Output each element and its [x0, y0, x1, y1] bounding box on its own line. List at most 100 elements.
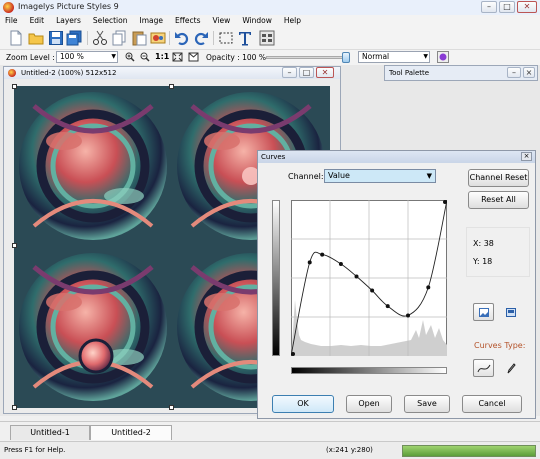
- document-icon: [8, 69, 16, 77]
- zoom-level-select[interactable]: 100 % ▼: [56, 51, 118, 63]
- smooth-curve-button[interactable]: [473, 359, 494, 377]
- save-icon[interactable]: [48, 30, 64, 46]
- menu-view[interactable]: View: [207, 15, 237, 26]
- toolbar-separator: [169, 31, 170, 45]
- doc-minimize-button[interactable]: –: [282, 67, 297, 78]
- curve-graph[interactable]: [291, 200, 447, 356]
- photo-icon[interactable]: [150, 30, 166, 46]
- curve-control-point[interactable]: [443, 200, 447, 204]
- tool-palette-title: Tool Palette: [389, 69, 430, 77]
- color-swatch-icon[interactable]: [437, 51, 449, 63]
- main-toolbar: [0, 26, 540, 50]
- curve-control-point[interactable]: [370, 288, 375, 293]
- freehand-button[interactable]: [500, 359, 521, 377]
- y-readout: Y: 18: [473, 257, 493, 266]
- smooth-curve-icon: [477, 364, 491, 373]
- curve-control-point[interactable]: [354, 274, 359, 279]
- ok-button[interactable]: OK: [272, 395, 334, 413]
- curve-control-point[interactable]: [385, 304, 390, 309]
- resize-handle[interactable]: [12, 84, 17, 89]
- input-gradient-bar: [291, 367, 447, 374]
- resize-handle[interactable]: [12, 405, 17, 410]
- layers-grid-icon[interactable]: [259, 30, 275, 46]
- output-gradient-bar: [272, 200, 280, 356]
- title-bar: Imagelys Picture Styles 9 – □ ✕: [0, 0, 540, 15]
- status-bar: Press F1 for Help. (x:241 y:280): [0, 441, 540, 459]
- save-all-icon[interactable]: [66, 30, 82, 46]
- menu-effects[interactable]: Effects: [169, 15, 207, 26]
- menu-edit[interactable]: Edit: [24, 15, 51, 26]
- zoom-in-icon[interactable]: [125, 52, 135, 62]
- opacity-slider-track[interactable]: [266, 56, 350, 59]
- window-title: Imagelys Picture Styles 9: [18, 2, 119, 11]
- curve-control-point[interactable]: [307, 260, 312, 265]
- readout-panel: X: 38 Y: 18: [466, 227, 530, 277]
- save-button[interactable]: Save: [404, 395, 450, 413]
- channel-reset-button[interactable]: Channel Reset: [468, 169, 529, 187]
- open-button[interactable]: Open: [346, 395, 392, 413]
- text-icon[interactable]: [237, 30, 253, 46]
- undo-icon[interactable]: [174, 30, 190, 46]
- curve-control-point[interactable]: [426, 285, 431, 290]
- tab-untitled-1[interactable]: Untitled-1: [10, 425, 90, 440]
- actual-size-button[interactable]: 1:1: [155, 52, 169, 61]
- resize-handle[interactable]: [169, 84, 174, 89]
- new-file-icon[interactable]: [8, 30, 24, 46]
- cut-icon[interactable]: [92, 30, 108, 46]
- fit-screen-icon[interactable]: [188, 52, 199, 62]
- open-folder-icon[interactable]: [28, 30, 44, 46]
- curve-control-point[interactable]: [338, 261, 343, 266]
- curve-control-point[interactable]: [406, 313, 410, 318]
- close-button[interactable]: ✕: [517, 1, 537, 13]
- progress-bar: [402, 445, 536, 457]
- curves-type-label: Curves Type:: [474, 341, 526, 350]
- options-bar: Zoom Level : 100 % ▼ 1:1 Opacity : 100 %…: [0, 50, 540, 65]
- opacity-slider-handle[interactable]: [342, 52, 350, 63]
- maximize-button[interactable]: □: [499, 1, 515, 13]
- chevron-down-icon: ▼: [111, 53, 116, 60]
- minimize-button[interactable]: –: [481, 1, 497, 13]
- curves-close-button[interactable]: ×: [521, 152, 532, 161]
- document-title: Untitled-2 (100%) 512x512: [21, 69, 117, 77]
- copy-icon[interactable]: [111, 30, 127, 46]
- curves-title: Curves: [261, 153, 286, 161]
- menu-file[interactable]: File: [0, 15, 24, 26]
- chevron-down-icon: ▼: [426, 172, 432, 180]
- doc-restore-button[interactable]: □: [299, 67, 314, 78]
- channel-value: Value: [328, 171, 350, 180]
- save-preset-button[interactable]: [500, 303, 521, 321]
- doc-close-button[interactable]: ✕: [316, 67, 334, 78]
- reset-all-button[interactable]: Reset All: [468, 191, 529, 209]
- tab-untitled-2[interactable]: Untitled-2: [90, 425, 172, 440]
- channel-select[interactable]: Value ▼: [324, 169, 436, 183]
- image-icon: [479, 308, 489, 317]
- zoom-label: Zoom Level :: [6, 53, 55, 62]
- menu-image[interactable]: Image: [134, 15, 170, 26]
- menu-bar: File Edit Layers Selection Image Effects…: [0, 15, 540, 26]
- resize-handle[interactable]: [169, 405, 174, 410]
- curve-control-point[interactable]: [291, 352, 295, 356]
- fit-window-icon[interactable]: [172, 52, 183, 62]
- paste-icon[interactable]: [131, 30, 147, 46]
- curves-title-bar: Curves ×: [258, 151, 535, 163]
- toolbar-separator: [213, 31, 214, 45]
- menu-help[interactable]: Help: [278, 15, 307, 26]
- select-rect-icon[interactable]: [218, 30, 234, 46]
- redo-icon[interactable]: [193, 30, 209, 46]
- cancel-button[interactable]: Cancel: [462, 395, 522, 413]
- curve-control-point[interactable]: [320, 252, 325, 257]
- menu-window[interactable]: Window: [236, 15, 278, 26]
- load-preset-button[interactable]: [473, 303, 494, 321]
- resize-handle[interactable]: [12, 243, 17, 248]
- palette-close-button[interactable]: ×: [523, 67, 535, 78]
- document-title-bar: Untitled-2 (100%) 512x512 – □ ✕: [4, 67, 340, 79]
- document-tab-bar: Untitled-1 Untitled-2: [0, 421, 540, 441]
- menu-selection[interactable]: Selection: [87, 15, 134, 26]
- blend-mode-select[interactable]: Normal ▼: [358, 51, 430, 63]
- menu-layers[interactable]: Layers: [50, 15, 87, 26]
- x-readout: X: 38: [473, 239, 494, 248]
- palette-minimize-button[interactable]: –: [507, 67, 521, 78]
- pencil-icon: [507, 363, 516, 374]
- toolbar-separator: [87, 31, 88, 45]
- zoom-out-icon[interactable]: [140, 52, 150, 62]
